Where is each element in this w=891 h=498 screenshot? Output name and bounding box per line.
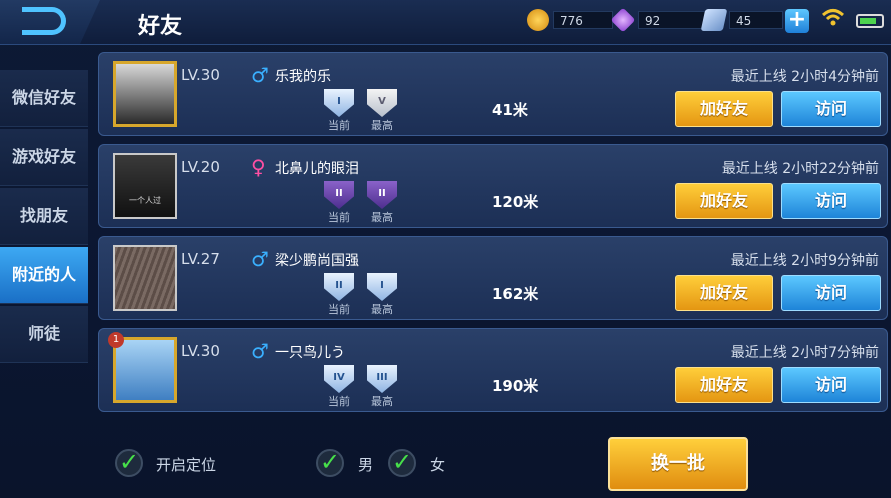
- male-icon: ♂: [251, 63, 269, 87]
- rank-current-icon: I: [324, 89, 354, 117]
- gold-coin-icon: [527, 9, 549, 31]
- distance: 190米: [492, 377, 539, 395]
- female-filter-label: 女: [430, 456, 446, 474]
- player-name: 北鼻儿的眼泪: [275, 161, 359, 177]
- voucher-counter: 45: [700, 9, 783, 31]
- rank-highest-caption: 最高: [371, 119, 393, 132]
- last-online: 最近上线 2小时22分钟前: [722, 158, 879, 178]
- gold-value: 776: [553, 11, 613, 29]
- location-label: 开启定位: [156, 456, 217, 474]
- male-icon: ♂: [251, 339, 269, 363]
- sidebar-item-find-friends[interactable]: 找朋友: [0, 188, 88, 245]
- back-icon: [22, 7, 66, 35]
- battery-icon: [856, 14, 884, 28]
- last-online-label: 最近上线: [721, 161, 778, 177]
- last-online-time: 2小时22分钟前: [782, 161, 879, 177]
- last-online-time: 2小时9分钟前: [791, 253, 879, 269]
- rank-current-caption: 当前: [328, 303, 350, 316]
- visit-button[interactable]: 访问: [781, 367, 881, 403]
- last-online-time: 2小时7分钟前: [791, 345, 879, 361]
- voucher-value: 45: [729, 11, 783, 29]
- refresh-batch-button[interactable]: 换一批: [608, 437, 748, 491]
- player-level: LV.30: [181, 342, 220, 360]
- avatar[interactable]: 1: [108, 332, 177, 403]
- player-row: LV.27 ♂ 梁少鹏尚国强 II I 当前 最高 162米 最近上线 2小时9…: [98, 236, 888, 320]
- rank-highest-caption: 最高: [371, 395, 393, 408]
- player-row: 一个人过 LV.20 ♀ 北鼻儿的眼泪 II II 当前 最高 120米 最近上…: [98, 144, 888, 228]
- male-filter-checkbox[interactable]: ✓: [316, 449, 344, 477]
- visit-button[interactable]: 访问: [781, 183, 881, 219]
- avatar[interactable]: [113, 61, 177, 127]
- last-online-label: 最近上线: [730, 253, 787, 269]
- last-online: 最近上线 2小时9分钟前: [731, 250, 879, 270]
- rank-highest-icon: II: [367, 181, 397, 209]
- rank-current-caption: 当前: [328, 211, 350, 224]
- female-filter-checkbox[interactable]: ✓: [388, 449, 416, 477]
- distance: 162米: [492, 285, 539, 303]
- visit-button[interactable]: 访问: [781, 275, 881, 311]
- add-friend-button[interactable]: 加好友: [675, 367, 773, 403]
- sidebar-item-nearby[interactable]: 附近的人: [0, 247, 88, 304]
- distance: 120米: [492, 193, 539, 211]
- sidebar-item-game-friends[interactable]: 游戏好友: [0, 129, 88, 186]
- rank-current-icon: IV: [324, 365, 354, 393]
- top-bar: 好友 776 92 45 +: [0, 0, 891, 45]
- player-level: LV.20: [181, 158, 220, 176]
- last-online-label: 最近上线: [730, 345, 787, 361]
- player-name: 一只鸟儿う: [275, 345, 345, 361]
- female-icon: ♀: [251, 155, 266, 179]
- sidebar: 微信好友 游戏好友 找朋友 附近的人 师徒: [0, 70, 88, 365]
- avatar-text: 一个人过: [129, 196, 161, 205]
- rank-highest-icon: V: [367, 89, 397, 117]
- rank-highest-caption: 最高: [371, 211, 393, 224]
- voucher-icon: [700, 9, 728, 31]
- player-name: 乐我的乐: [275, 69, 331, 85]
- rank-highest-caption: 最高: [371, 303, 393, 316]
- rank-current-icon: II: [324, 273, 354, 301]
- player-level: LV.27: [181, 250, 220, 268]
- add-friend-button[interactable]: 加好友: [675, 91, 773, 127]
- add-friend-button[interactable]: 加好友: [675, 183, 773, 219]
- back-button[interactable]: [0, 0, 100, 44]
- player-name: 梁少鹏尚国强: [275, 253, 359, 269]
- gold-counter: 776: [527, 9, 613, 31]
- player-row: LV.30 ♂ 乐我的乐 I V 当前 最高 41米 最近上线 2小时4分钟前 …: [98, 52, 888, 136]
- player-level: LV.30: [181, 66, 220, 84]
- sidebar-item-mentor[interactable]: 师徒: [0, 306, 88, 363]
- location-checkbox[interactable]: ✓: [115, 449, 143, 477]
- rank-current-caption: 当前: [328, 395, 350, 408]
- avatar-badge: 1: [108, 332, 124, 348]
- add-friend-button[interactable]: 加好友: [675, 275, 773, 311]
- add-currency-button[interactable]: +: [785, 9, 809, 33]
- distance: 41米: [492, 101, 528, 119]
- male-icon: ♂: [251, 247, 269, 271]
- rank-highest-icon: I: [367, 273, 397, 301]
- last-online: 最近上线 2小时7分钟前: [731, 342, 879, 362]
- last-online: 最近上线 2小时4分钟前: [731, 66, 879, 86]
- rank-current-caption: 当前: [328, 119, 350, 132]
- visit-button[interactable]: 访问: [781, 91, 881, 127]
- male-filter-label: 男: [358, 456, 374, 474]
- rank-current-icon: II: [324, 181, 354, 209]
- avatar[interactable]: 一个人过: [113, 153, 177, 219]
- wifi-icon: [820, 8, 846, 34]
- last-online-time: 2小时4分钟前: [791, 69, 879, 85]
- rank-highest-icon: III: [367, 365, 397, 393]
- diamond-icon: [610, 7, 636, 33]
- avatar[interactable]: [113, 245, 177, 311]
- page-title: 好友: [138, 14, 183, 39]
- sidebar-item-wechat-friends[interactable]: 微信好友: [0, 70, 88, 127]
- player-row: 1 LV.30 ♂ 一只鸟儿う IV III 当前 最高 190米 最近上线 2…: [98, 328, 888, 412]
- last-online-label: 最近上线: [730, 69, 787, 85]
